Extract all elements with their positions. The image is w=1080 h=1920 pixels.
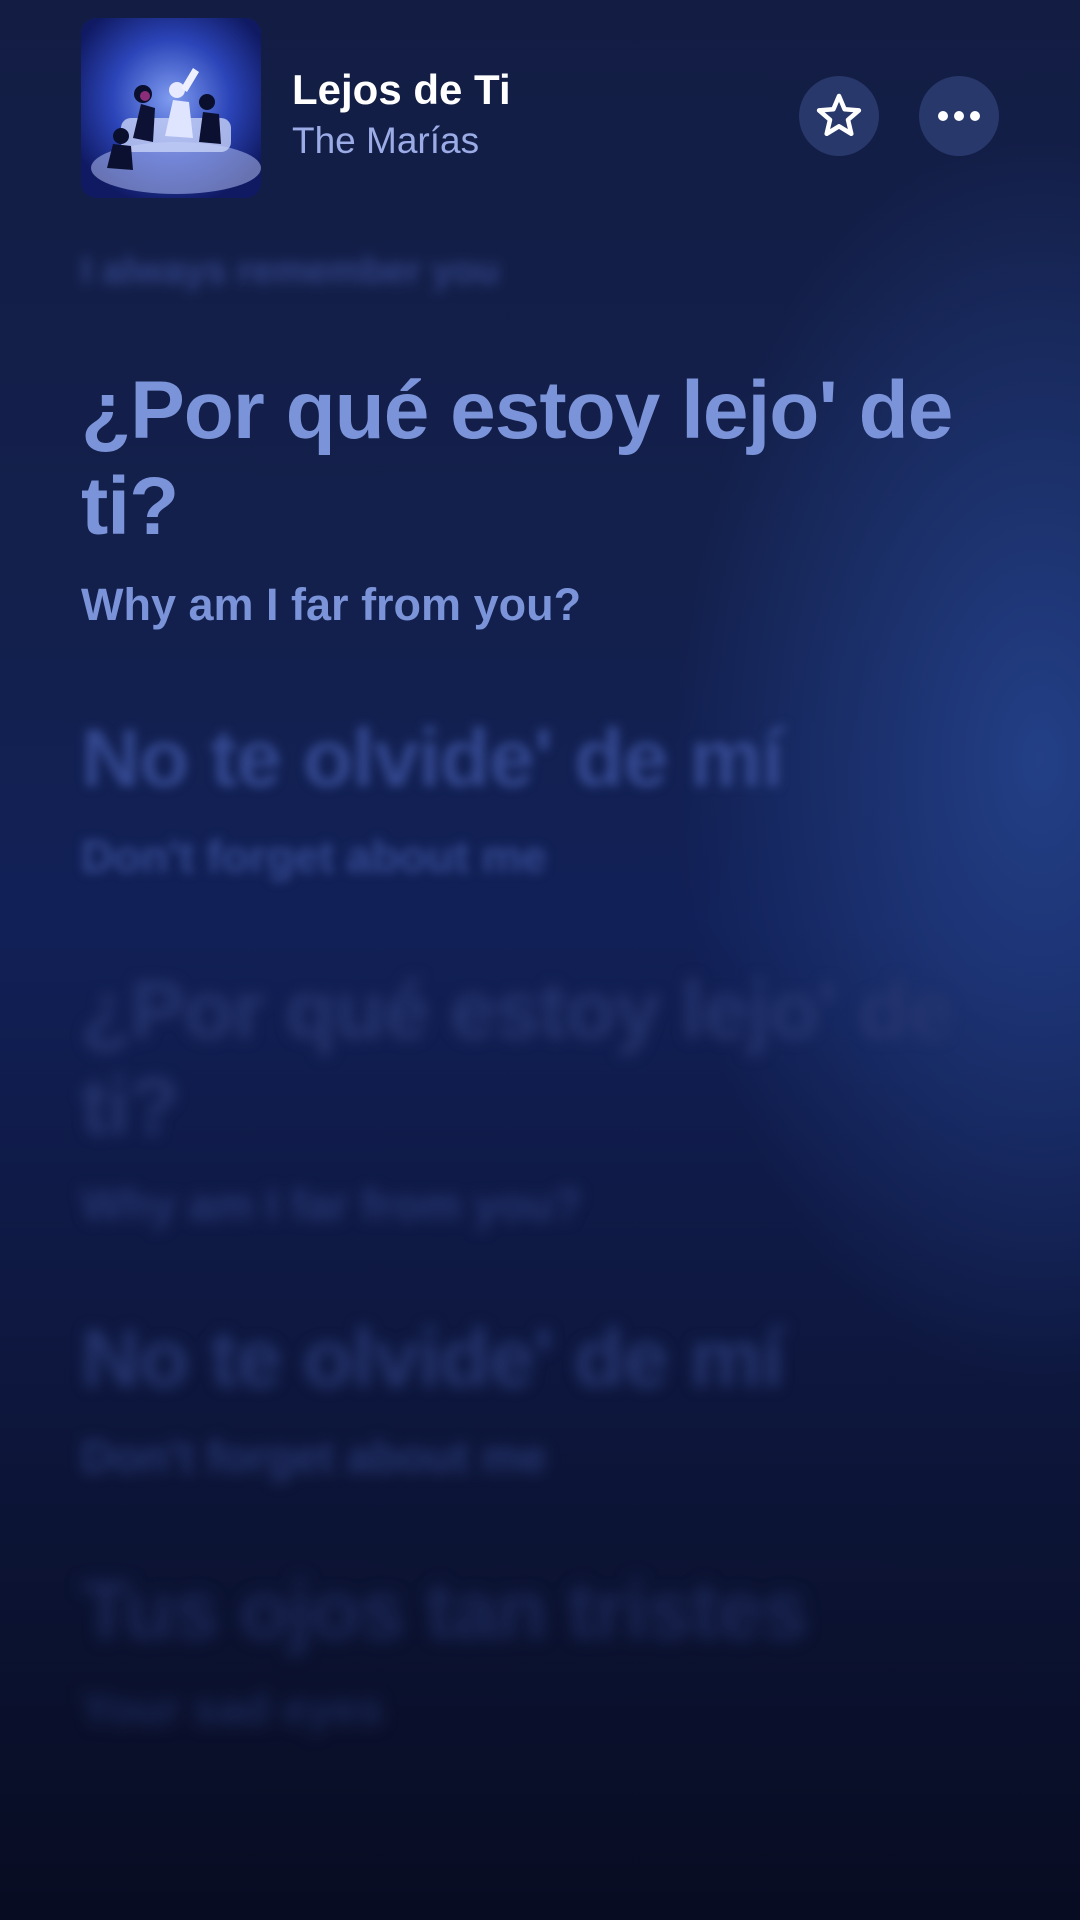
lyric-original: No te olvide' de mí bbox=[81, 713, 784, 804]
lyric-line[interactable]: Tus ojos tan tristes Your sad eyes bbox=[81, 1563, 961, 1737]
lyric-line[interactable]: No te olvide' de mí Don't forget about m… bbox=[81, 711, 961, 885]
lyric-line[interactable]: ¿Por qué estoy lejo' de ti? Why am I far… bbox=[81, 963, 961, 1233]
lyric-translation: Why am I far from you? bbox=[81, 579, 582, 630]
lyric-translation: Your sad eyes bbox=[81, 1683, 383, 1734]
lyric-line[interactable]: No te olvide' de mí Don't forget about m… bbox=[81, 1311, 961, 1485]
lyrics-screen: Lejos de Ti The Marías I always remember… bbox=[0, 0, 1080, 1920]
song-title[interactable]: Lejos de Ti bbox=[292, 66, 511, 114]
lyric-line-current[interactable]: ¿Por qué estoy lejo' de ti? Why am I far… bbox=[81, 363, 961, 633]
lyric-translation: Why am I far from you? bbox=[81, 1179, 582, 1230]
favorite-button[interactable] bbox=[799, 76, 879, 156]
lyric-original: ¿Por qué estoy lejo' de ti? bbox=[81, 965, 953, 1152]
lyric-original: Tus ojos tan tristes bbox=[81, 1565, 808, 1656]
more-options-button[interactable] bbox=[919, 76, 999, 156]
now-playing-header: Lejos de Ti The Marías bbox=[0, 0, 1080, 220]
star-icon bbox=[816, 93, 862, 137]
album-artwork-image bbox=[81, 18, 261, 198]
artist-name[interactable]: The Marías bbox=[292, 120, 479, 162]
lyric-original: No te olvide' de mí bbox=[81, 1313, 784, 1404]
previous-lyric-line[interactable]: I always remember you bbox=[81, 250, 961, 293]
more-icon bbox=[938, 111, 980, 121]
lyric-translation: Don't forget about me bbox=[81, 831, 547, 882]
album-artwork[interactable] bbox=[81, 18, 261, 198]
lyric-translation: Don't forget about me bbox=[81, 1431, 547, 1482]
lyrics-list: I always remember you ¿Por qué estoy lej… bbox=[81, 250, 961, 1737]
lyric-original: ¿Por qué estoy lejo' de ti? bbox=[81, 365, 953, 552]
